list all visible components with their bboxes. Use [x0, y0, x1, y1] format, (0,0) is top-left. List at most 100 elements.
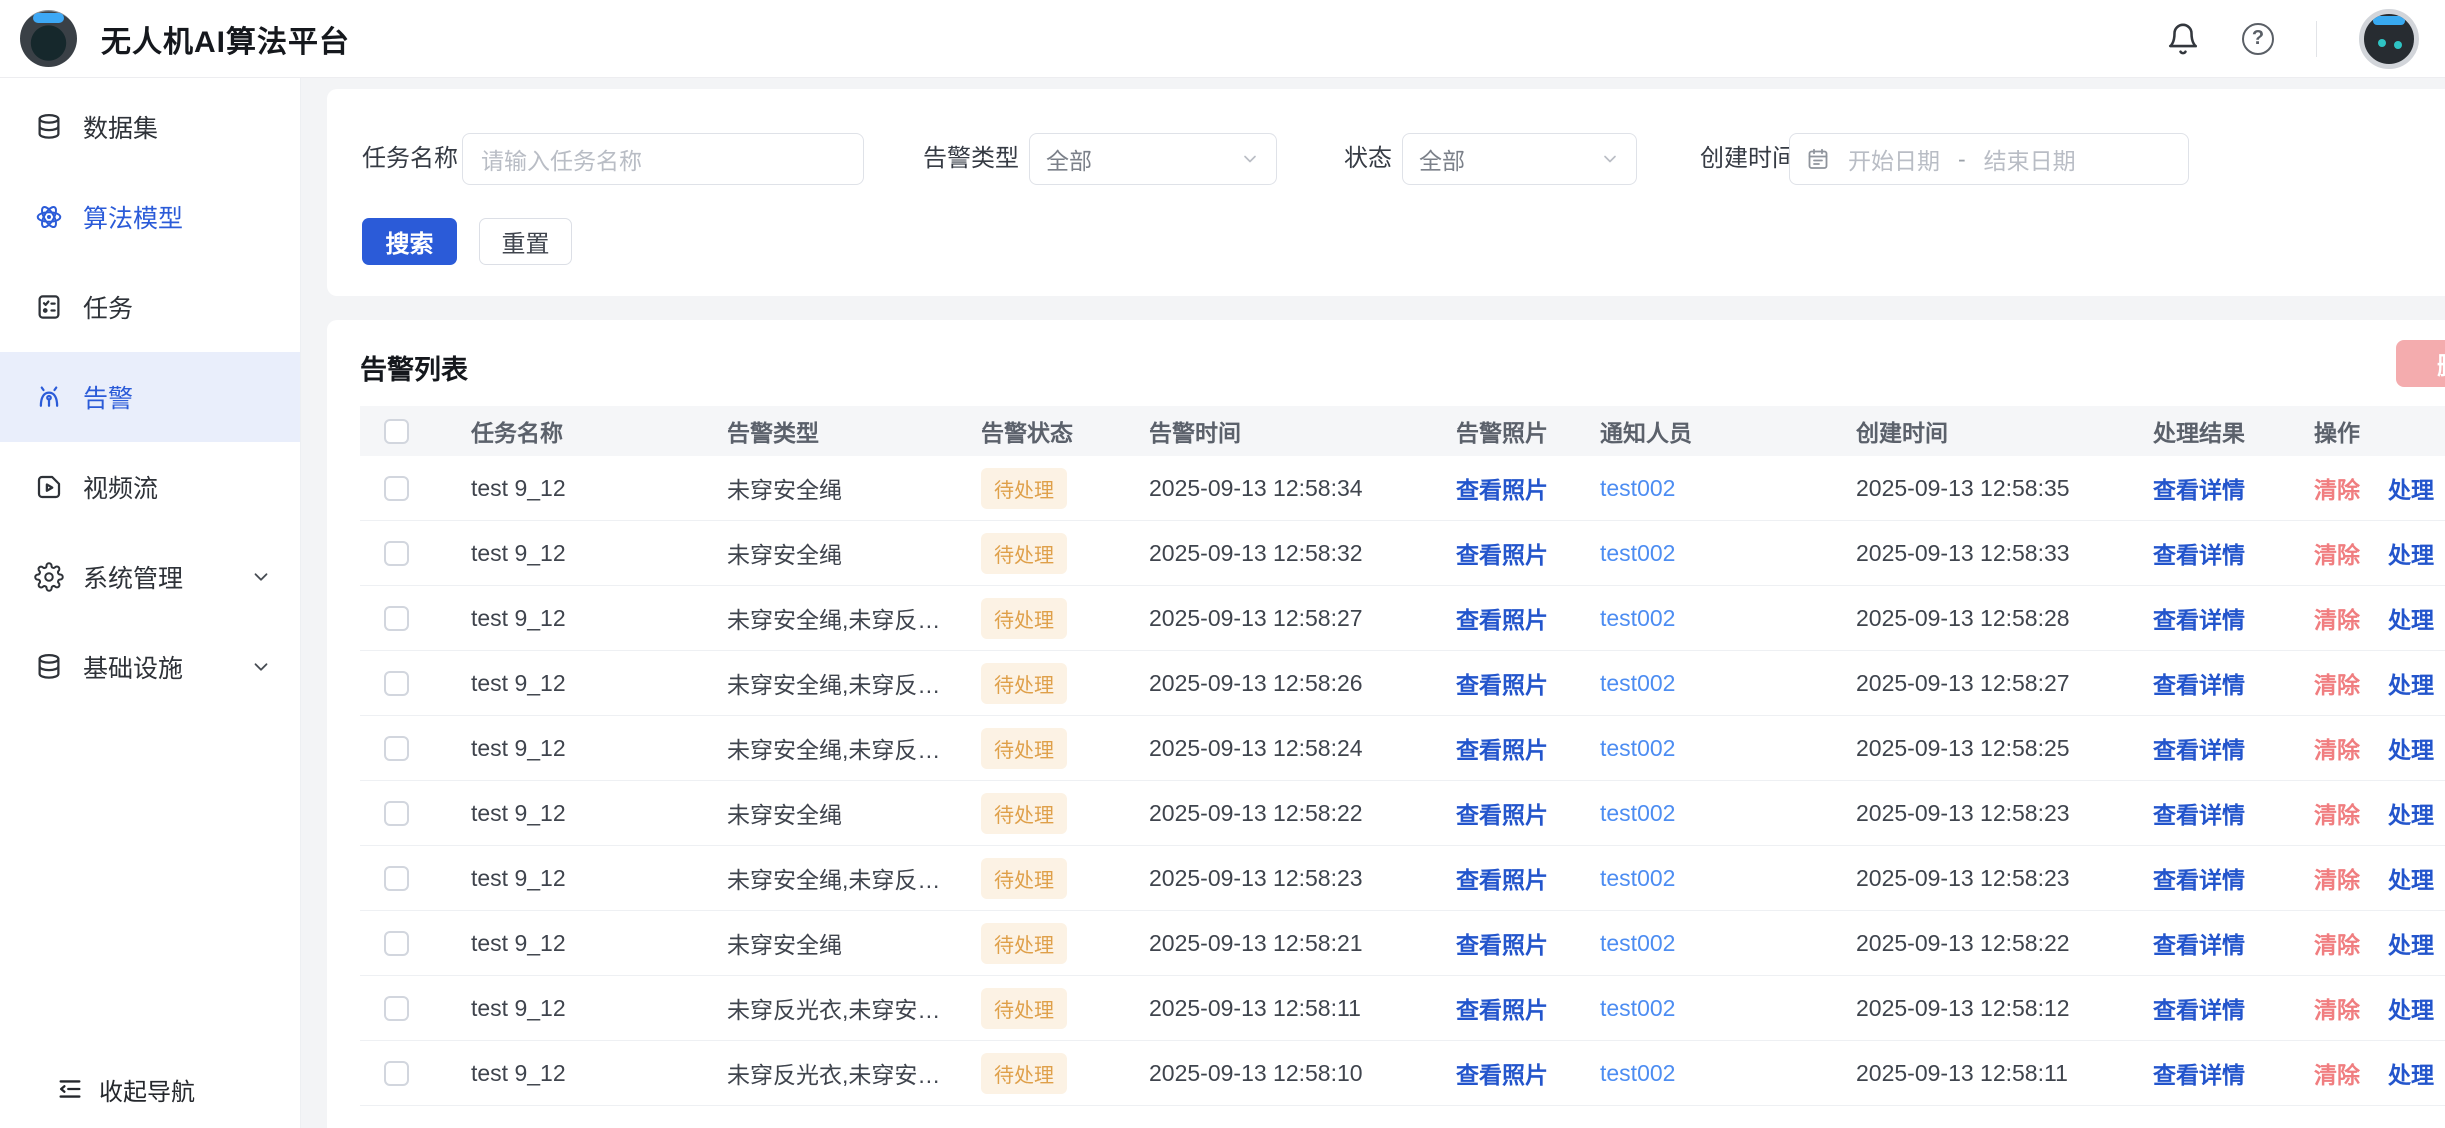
- select-all-checkbox[interactable]: [384, 419, 409, 444]
- reset-button[interactable]: 重置: [479, 218, 572, 265]
- cell-create-time: 2025-09-13 12:58:23: [1856, 800, 2153, 827]
- notify-user-link[interactable]: test002: [1600, 540, 1675, 566]
- row-checkbox[interactable]: [384, 931, 409, 956]
- row-checkbox[interactable]: [384, 606, 409, 631]
- checklist-icon: [34, 292, 64, 322]
- view-photo-link[interactable]: 查看照片: [1456, 997, 1548, 1023]
- handle-link[interactable]: 处理: [2388, 471, 2434, 505]
- sidebar-item-alert[interactable]: 告警: [0, 352, 300, 442]
- search-button[interactable]: 搜索: [362, 218, 457, 265]
- alert-type-value: 全部: [1046, 142, 1092, 176]
- notify-user-link[interactable]: test002: [1600, 930, 1675, 956]
- clear-link[interactable]: 清除: [2314, 471, 2360, 505]
- sidebar-item-infrastructure[interactable]: 基础设施: [0, 622, 300, 712]
- cell-alert-type: 未穿安全绳,未穿反…: [727, 666, 981, 700]
- alert-table: 任务名称 告警类型 告警状态 告警时间 告警照片 通知人员 创建时间 处理结果 …: [360, 406, 2445, 1106]
- task-name-input[interactable]: 请输入任务名称: [462, 133, 864, 185]
- col-alert-photo: 告警照片: [1456, 414, 1600, 448]
- view-detail-link[interactable]: 查看详情: [2153, 737, 2245, 763]
- user-avatar[interactable]: [2359, 9, 2419, 69]
- cell-task-name: test 9_12: [471, 995, 727, 1022]
- cell-task-name: test 9_12: [471, 735, 727, 762]
- view-photo-link[interactable]: 查看照片: [1456, 607, 1548, 633]
- cell-alert-type: 未穿安全绳: [727, 796, 981, 830]
- cell-alert-type: 未穿反光衣,未穿安…: [727, 1056, 981, 1090]
- handle-link[interactable]: 处理: [2388, 991, 2434, 1025]
- row-checkbox[interactable]: [384, 671, 409, 696]
- clear-link[interactable]: 清除: [2314, 861, 2360, 895]
- clear-link[interactable]: 清除: [2314, 666, 2360, 700]
- help-icon[interactable]: ?: [2242, 23, 2274, 55]
- view-detail-link[interactable]: 查看详情: [2153, 477, 2245, 503]
- table-row: test 9_12 未穿安全绳,未穿反… 待处理 2025-09-13 12:5…: [360, 586, 2445, 651]
- date-range-picker[interactable]: 开始日期 - 结束日期: [1789, 133, 2189, 185]
- sidebar-item-task[interactable]: 任务: [0, 262, 300, 352]
- view-detail-link[interactable]: 查看详情: [2153, 997, 2245, 1023]
- sidebar-item-dataset[interactable]: 数据集: [0, 82, 300, 172]
- sidebar-item-video-stream[interactable]: 视频流: [0, 442, 300, 532]
- notify-user-link[interactable]: test002: [1600, 865, 1675, 891]
- handle-link[interactable]: 处理: [2388, 926, 2434, 960]
- notify-user-link[interactable]: test002: [1600, 995, 1675, 1021]
- row-checkbox[interactable]: [384, 736, 409, 761]
- view-detail-link[interactable]: 查看详情: [2153, 672, 2245, 698]
- notification-bell-icon[interactable]: [2166, 22, 2200, 56]
- clear-link[interactable]: 清除: [2314, 926, 2360, 960]
- view-photo-link[interactable]: 查看照片: [1456, 867, 1548, 893]
- row-checkbox[interactable]: [384, 1061, 409, 1086]
- col-alert-status: 告警状态: [981, 414, 1149, 448]
- notify-user-link[interactable]: test002: [1600, 735, 1675, 761]
- table-row: test 9_12 未穿安全绳 待处理 2025-09-13 12:58:34 …: [360, 456, 2445, 521]
- clear-link[interactable]: 清除: [2314, 536, 2360, 570]
- handle-link[interactable]: 处理: [2388, 601, 2434, 635]
- sidebar-item-system-management[interactable]: 系统管理: [0, 532, 300, 622]
- view-detail-link[interactable]: 查看详情: [2153, 1062, 2245, 1088]
- clear-link[interactable]: 清除: [2314, 796, 2360, 830]
- handle-link[interactable]: 处理: [2388, 861, 2434, 895]
- view-photo-link[interactable]: 查看照片: [1456, 542, 1548, 568]
- status-badge: 待处理: [981, 728, 1067, 769]
- clear-link[interactable]: 清除: [2314, 601, 2360, 635]
- notify-user-link[interactable]: test002: [1600, 670, 1675, 696]
- view-photo-link[interactable]: 查看照片: [1456, 672, 1548, 698]
- alert-type-select[interactable]: 全部: [1029, 133, 1277, 185]
- row-checkbox[interactable]: [384, 801, 409, 826]
- sidebar-item-label: 视频流: [83, 469, 158, 505]
- notify-user-link[interactable]: test002: [1600, 605, 1675, 631]
- notify-user-link[interactable]: test002: [1600, 1060, 1675, 1086]
- clear-link[interactable]: 清除: [2314, 991, 2360, 1025]
- view-photo-link[interactable]: 查看照片: [1456, 932, 1548, 958]
- delete-button[interactable]: 删除: [2396, 340, 2445, 387]
- view-photo-link[interactable]: 查看照片: [1456, 1062, 1548, 1088]
- start-date-placeholder: 开始日期: [1848, 142, 1940, 176]
- sidebar-item-label: 告警: [83, 379, 133, 415]
- status-select[interactable]: 全部: [1402, 133, 1637, 185]
- row-checkbox[interactable]: [384, 866, 409, 891]
- sidebar-item-algorithm-model[interactable]: 算法模型: [0, 172, 300, 262]
- handle-link[interactable]: 处理: [2388, 1056, 2434, 1090]
- collapse-nav-button[interactable]: 收起导航: [0, 1066, 300, 1112]
- handle-link[interactable]: 处理: [2388, 536, 2434, 570]
- clear-link[interactable]: 清除: [2314, 731, 2360, 765]
- handle-link[interactable]: 处理: [2388, 796, 2434, 830]
- notify-user-link[interactable]: test002: [1600, 800, 1675, 826]
- view-detail-link[interactable]: 查看详情: [2153, 607, 2245, 633]
- view-detail-link[interactable]: 查看详情: [2153, 867, 2245, 893]
- view-photo-link[interactable]: 查看照片: [1456, 477, 1548, 503]
- cell-alert-type: 未穿安全绳,未穿反…: [727, 731, 981, 765]
- view-photo-link[interactable]: 查看照片: [1456, 737, 1548, 763]
- view-photo-link[interactable]: 查看照片: [1456, 802, 1548, 828]
- row-checkbox[interactable]: [384, 996, 409, 1021]
- row-checkbox[interactable]: [384, 541, 409, 566]
- view-detail-link[interactable]: 查看详情: [2153, 932, 2245, 958]
- notify-user-link[interactable]: test002: [1600, 475, 1675, 501]
- alert-type-label: 告警类型: [923, 133, 1019, 185]
- view-detail-link[interactable]: 查看详情: [2153, 802, 2245, 828]
- handle-link[interactable]: 处理: [2388, 666, 2434, 700]
- row-checkbox[interactable]: [384, 476, 409, 501]
- cell-create-time: 2025-09-13 12:58:25: [1856, 735, 2153, 762]
- handle-link[interactable]: 处理: [2388, 731, 2434, 765]
- status-badge: 待处理: [981, 988, 1067, 1029]
- clear-link[interactable]: 清除: [2314, 1056, 2360, 1090]
- view-detail-link[interactable]: 查看详情: [2153, 542, 2245, 568]
